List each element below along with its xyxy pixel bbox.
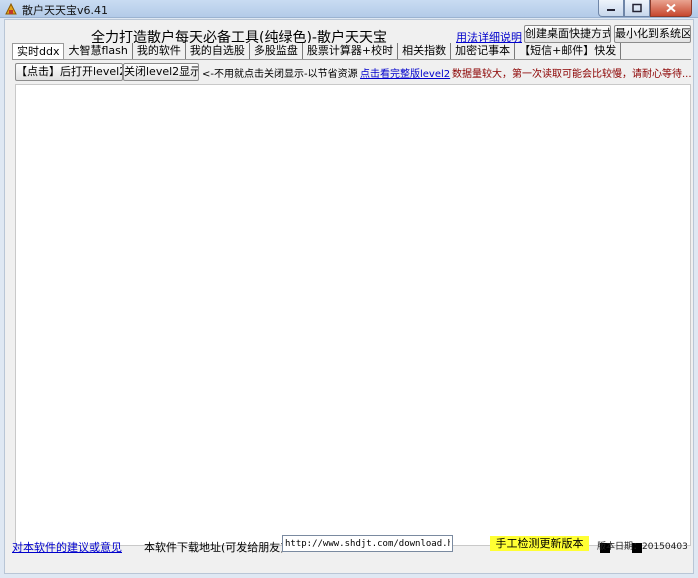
tab-my-watchlist[interactable]: 我的自选股 [185,43,250,59]
window-controls [598,0,692,17]
check-update-button[interactable]: 手工检测更新版本 [490,536,589,551]
minimize-button[interactable] [598,0,624,17]
tab-encrypted-notepad[interactable]: 加密记事本 [451,43,516,59]
tab-realtime-ddx[interactable]: 实时ddx [12,43,65,60]
maximize-icon [632,3,642,13]
tab-divider [12,59,691,60]
level2-display-area [15,84,691,546]
tab-sms-email[interactable]: 【短信+邮件】快发 [515,43,622,59]
close-level2-button[interactable]: 关闭level2显示 [123,63,199,81]
tab-my-software[interactable]: 我的软件 [132,43,186,59]
minimize-to-tray-button[interactable]: 最小化到系统区 [614,25,691,43]
loading-warning: 数据量较大，第一次读取可能会比较慢，请耐心等待... [452,69,692,80]
tab-stock-calculator[interactable]: 股票计算器+校时 [302,43,399,59]
close-button[interactable] [650,0,692,17]
minimize-icon [607,9,615,11]
full-level2-link[interactable]: 点击看完整版level2 [360,65,450,80]
feedback-link[interactable]: 对本软件的建议或意见 [12,539,122,555]
tab-multi-stock-monitor[interactable]: 多股监盘 [249,43,303,59]
tab-strip: 实时ddx 大智慧flash 我的软件 我的自选股 多股监盘 股票计算器+校时 … [12,43,622,60]
download-url-field[interactable] [282,535,453,552]
level2-toolbar: 【点击】后打开level2 关闭level2显示 <-不用就点击关闭显示-以节省… [15,63,692,81]
open-level2-button[interactable]: 【点击】后打开level2 [15,63,123,81]
create-shortcut-button[interactable]: 创建桌面快捷方式 [524,25,611,43]
tab-related-indexes[interactable]: 相关指数 [398,43,452,59]
app-icon [5,2,17,15]
resource-hint: <-不用就点击关闭显示-以节省资源 [202,69,358,80]
version-date: 版本日期：20150403 [597,542,687,552]
maximize-button[interactable] [624,0,650,17]
download-address-label: 本软件下载地址(可发给朋友): [144,541,289,554]
tab-dazhihui-flash[interactable]: 大智慧flash [64,43,133,59]
close-icon [666,3,676,13]
window-title: 散户天天宝v6.41 [22,4,109,17]
main-window-body: 全力打造散户每天必备工具(纯绿色)-散户天天宝 用法详细说明 创建桌面快捷方式 … [4,19,694,574]
title-bar: 散户天天宝v6.41 [0,0,698,18]
